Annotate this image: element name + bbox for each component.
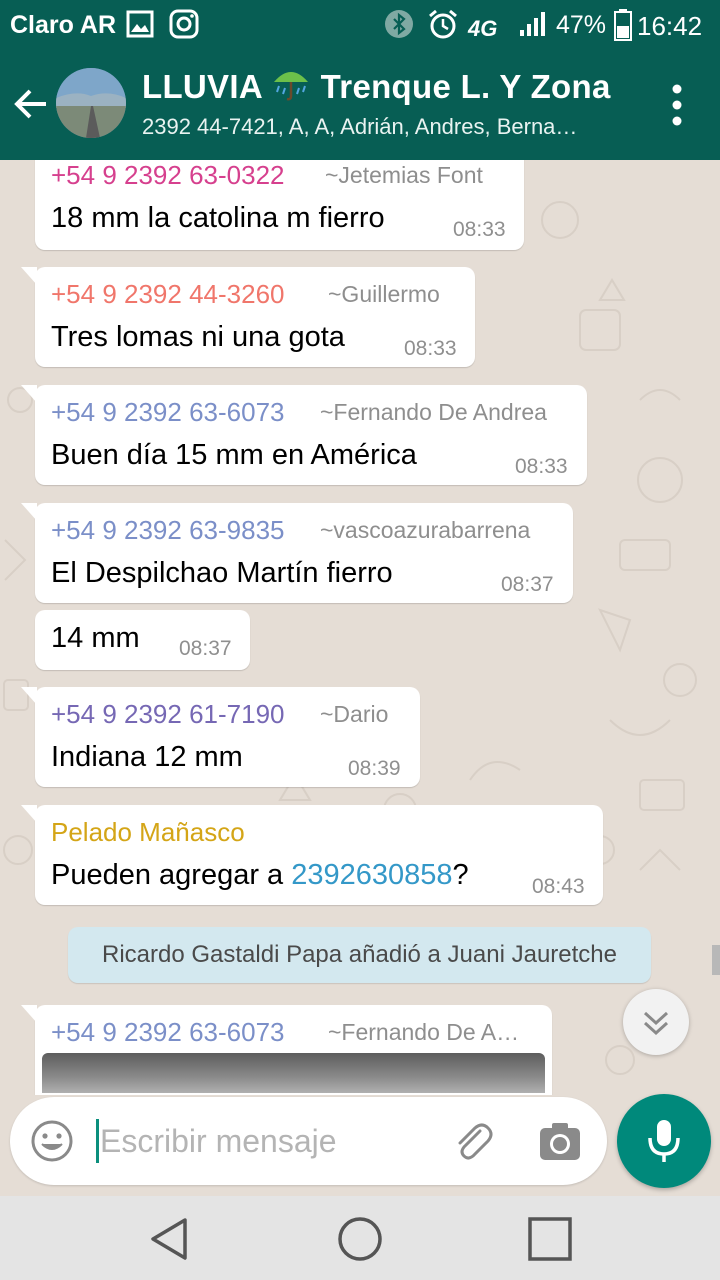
message-time: 08:33 bbox=[515, 455, 568, 478]
microphone-icon bbox=[648, 1120, 680, 1162]
battery-icon bbox=[614, 9, 632, 41]
message-text-part: Pueden agregar a bbox=[51, 859, 292, 891]
signal-icon bbox=[520, 12, 545, 36]
status-bar: Claro AR 4G 47% 16:42 bbox=[0, 0, 720, 50]
svg-text:4G: 4G bbox=[467, 16, 497, 40]
bluetooth-icon bbox=[385, 10, 413, 38]
chat-title-text: LLUVIA bbox=[142, 68, 262, 105]
nav-recents-icon[interactable] bbox=[525, 1214, 575, 1264]
message-sender-alias: ~Fernando De A… bbox=[328, 1019, 520, 1045]
text-cursor bbox=[96, 1119, 99, 1163]
nav-back-icon[interactable] bbox=[145, 1214, 195, 1264]
message-time: 08:33 bbox=[404, 337, 457, 360]
message-sender-alias: ~Dario bbox=[320, 701, 389, 727]
message-text: Indiana 12 mm bbox=[51, 741, 243, 773]
camera-icon[interactable] bbox=[537, 1119, 583, 1165]
message-list[interactable]: +54 9 2392 63-0322 ~Jetemias Font 18 mm … bbox=[0, 160, 720, 1095]
message-time: 08:37 bbox=[501, 573, 554, 596]
message-sender[interactable]: +54 9 2392 44-3260 bbox=[51, 279, 285, 310]
image-attachment[interactable] bbox=[42, 1053, 545, 1093]
umbrella-rain-icon bbox=[274, 72, 309, 101]
message-bubble[interactable]: 14 mm 08:37 bbox=[35, 610, 250, 670]
chat-participants[interactable]: 2392 44-7421, A, A, Adrián, Andres, Bern… bbox=[142, 114, 642, 140]
message-text: El Despilchao Martín fierro bbox=[51, 557, 393, 589]
scrollbar-thumb[interactable] bbox=[712, 945, 720, 975]
message-bubble[interactable]: Pelado Mañasco Pueden agregar a 23926308… bbox=[21, 805, 603, 905]
message-sender-alias: ~Jetemias Font bbox=[325, 162, 483, 188]
system-notice: Ricardo Gastaldi Papa añadió a Juani Jau… bbox=[68, 927, 651, 983]
message-sender[interactable]: Pelado Mañasco bbox=[51, 817, 245, 848]
message-input[interactable] bbox=[100, 1115, 420, 1167]
alarm-icon bbox=[429, 9, 457, 39]
4g-icon: 4G bbox=[467, 16, 497, 40]
message-bubble[interactable]: +54 9 2392 61-7190 ~Dario Indiana 12 mm … bbox=[21, 687, 420, 787]
image-icon bbox=[126, 10, 154, 38]
message-sender[interactable]: +54 9 2392 63-6073 bbox=[51, 397, 285, 428]
message-text: 18 mm la catolina m fierro bbox=[51, 202, 385, 234]
message-sender[interactable]: +54 9 2392 63-0322 bbox=[51, 160, 285, 191]
message-time: 08:43 bbox=[532, 875, 585, 898]
message-text: Pueden agregar a 2392630858? bbox=[51, 859, 469, 892]
message-sender[interactable]: +54 9 2392 63-9835 bbox=[51, 515, 285, 546]
group-avatar[interactable] bbox=[56, 68, 126, 138]
message-sender-alias: ~Guillermo bbox=[328, 281, 440, 307]
scroll-to-bottom-button[interactable] bbox=[623, 989, 689, 1055]
message-time: 08:33 bbox=[453, 218, 506, 241]
message-bubble[interactable]: +54 9 2392 63-6073 ~Fernando De A… bbox=[21, 1005, 552, 1095]
more-options-icon[interactable] bbox=[660, 80, 694, 130]
paperclip-icon[interactable] bbox=[450, 1119, 496, 1165]
message-text: Buen día 15 mm en América bbox=[51, 439, 417, 471]
message-bubble[interactable]: +54 9 2392 44-3260 ~Guillermo Tres lomas… bbox=[21, 267, 475, 367]
instagram-icon bbox=[169, 9, 199, 39]
emoji-icon[interactable] bbox=[30, 1119, 74, 1163]
message-text-part: ? bbox=[452, 859, 469, 891]
message-time: 08:37 bbox=[179, 637, 232, 660]
message-bubble[interactable]: +54 9 2392 63-0322 ~Jetemias Font 18 mm … bbox=[35, 160, 524, 250]
phone-link[interactable]: 2392630858 bbox=[291, 859, 452, 891]
clock: 16:42 bbox=[637, 11, 703, 41]
chat-header[interactable]: LLUVIA Trenque L. Y Zona 2392 44-7421, A… bbox=[0, 50, 720, 160]
message-time: 08:39 bbox=[348, 757, 401, 780]
system-nav-bar bbox=[0, 1196, 720, 1280]
double-chevron-down-icon bbox=[643, 1011, 669, 1036]
message-bubble[interactable]: +54 9 2392 63-9835 ~vascoazurabarrena El… bbox=[21, 503, 573, 603]
back-arrow-icon[interactable] bbox=[10, 82, 54, 126]
chat-title[interactable]: LLUVIA Trenque L. Y Zona bbox=[142, 66, 611, 106]
chat-title-text-2: Trenque L. Y Zona bbox=[320, 68, 611, 105]
message-text: 14 mm bbox=[51, 622, 140, 654]
message-sender-alias: ~vascoazurabarrena bbox=[320, 517, 531, 543]
message-bubble[interactable]: +54 9 2392 63-6073 ~Fernando De Andrea B… bbox=[21, 385, 587, 485]
message-composer bbox=[10, 1097, 607, 1185]
message-sender[interactable]: +54 9 2392 61-7190 bbox=[51, 699, 285, 730]
nav-home-icon[interactable] bbox=[335, 1214, 385, 1264]
message-text: Tres lomas ni una gota bbox=[51, 321, 345, 353]
message-sender[interactable]: +54 9 2392 63-6073 bbox=[51, 1017, 285, 1048]
message-sender-alias: ~Fernando De Andrea bbox=[320, 399, 547, 425]
battery-percent: 47% bbox=[556, 11, 607, 39]
voice-message-button[interactable] bbox=[617, 1094, 711, 1188]
carrier-label: Claro AR bbox=[10, 11, 117, 39]
